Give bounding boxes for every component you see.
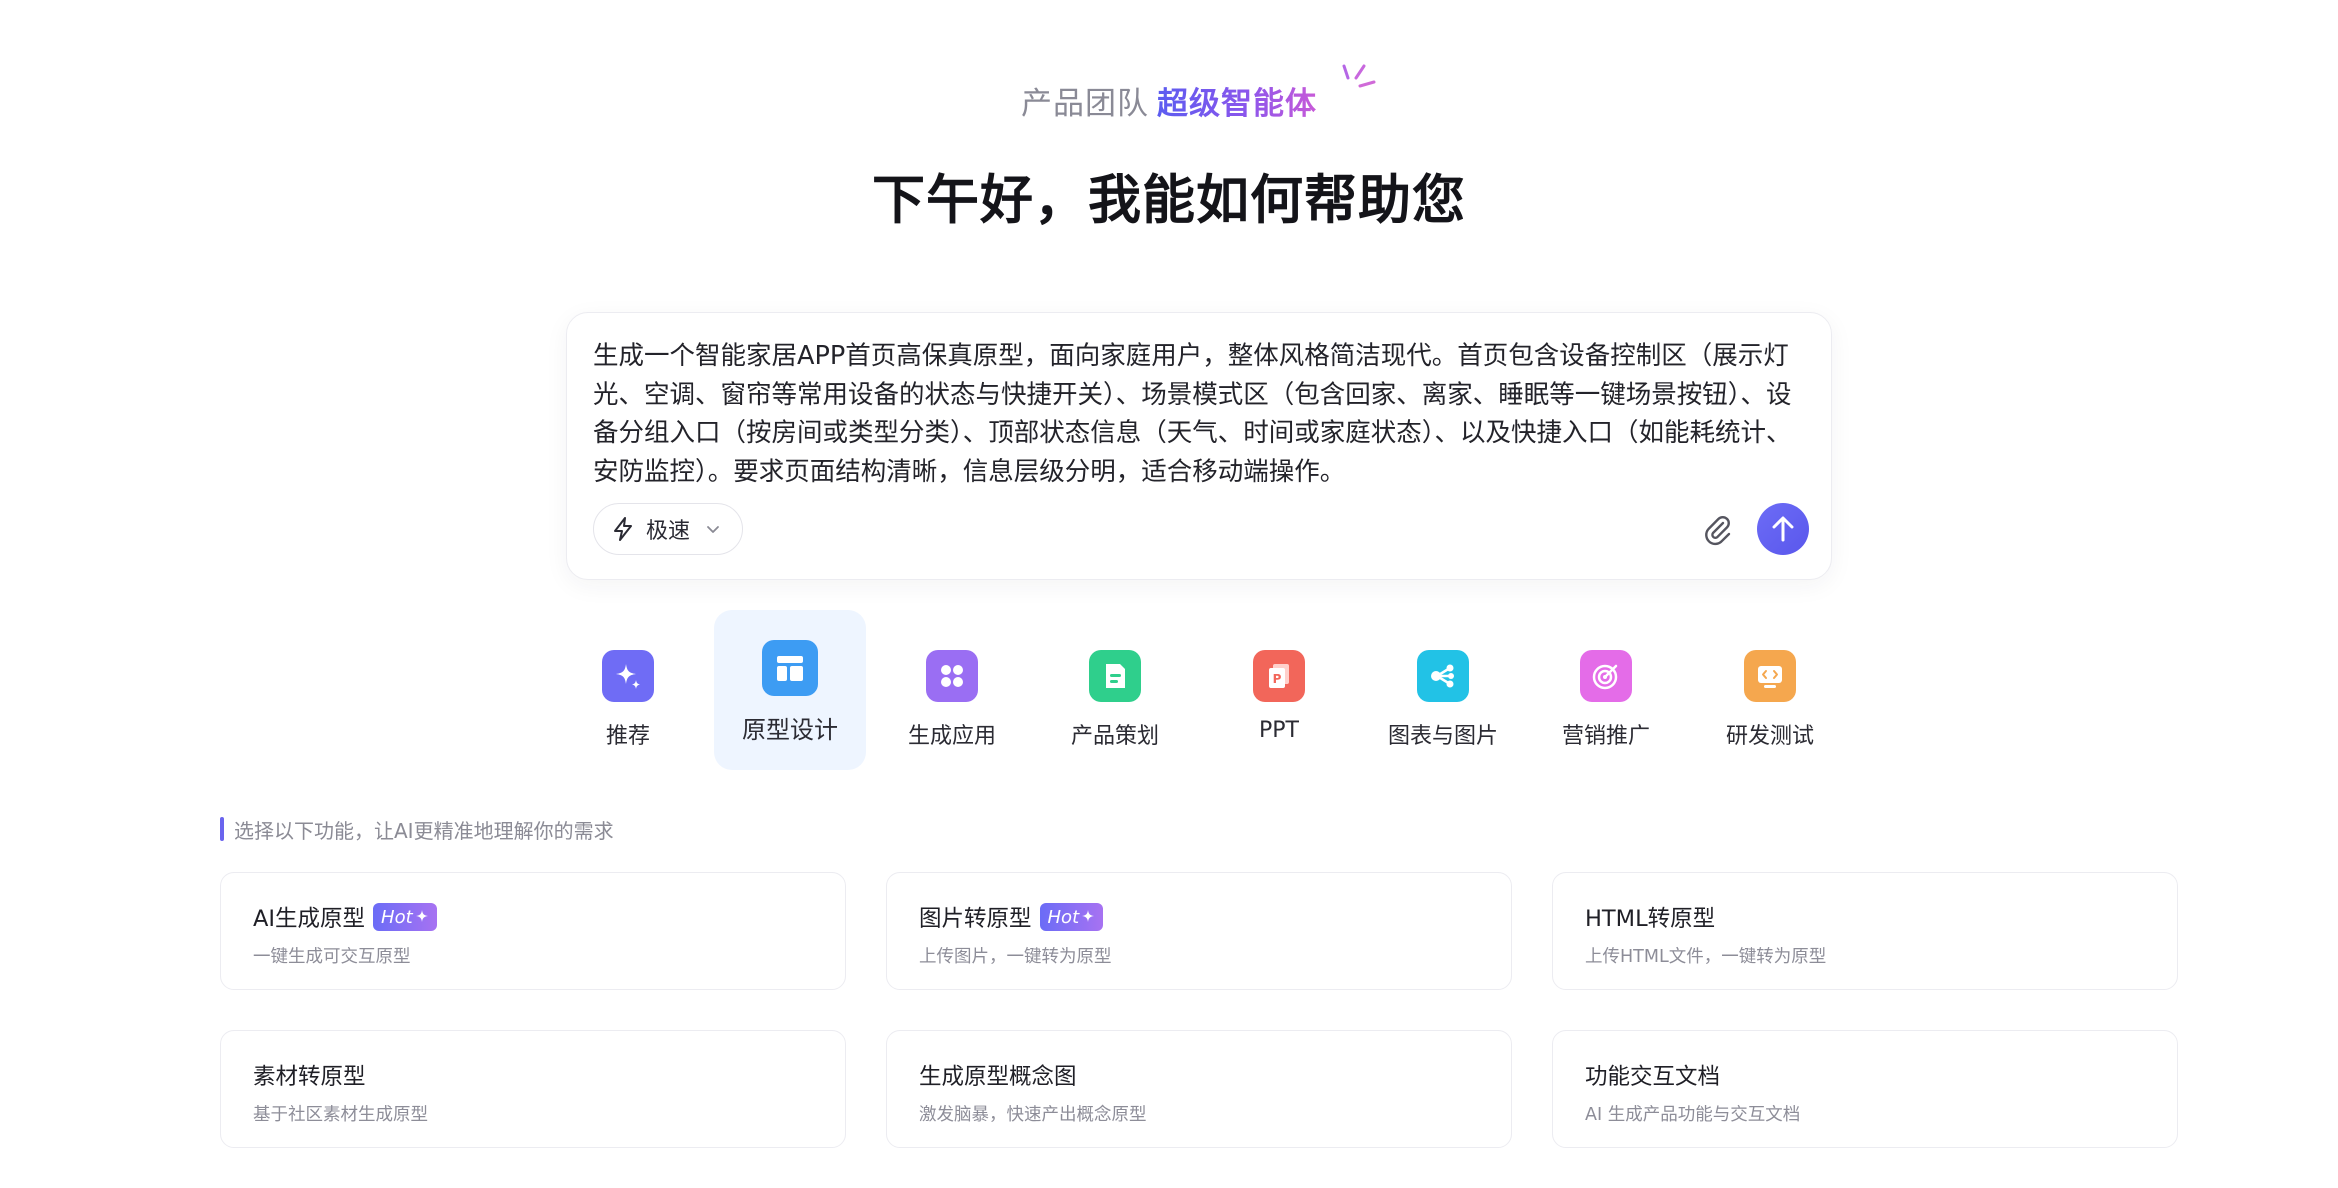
section-hint: 选择以下功能，让AI更精准地理解你的需求: [220, 816, 614, 843]
share-nodes-icon: [1417, 650, 1469, 702]
tab-label: PPT: [1259, 718, 1299, 743]
tab-product-planning[interactable]: 产品策划: [1039, 610, 1191, 770]
card-title-text: AI生成原型: [253, 906, 366, 932]
hot-badge: Hot: [373, 903, 437, 931]
arrow-up-icon: [1772, 516, 1794, 542]
hot-badge-text: Hot: [381, 906, 413, 928]
hint-accent-bar: [220, 817, 224, 841]
card-title-text: HTML转原型: [1585, 906, 1716, 932]
brand-team: 产品团队: [1021, 86, 1149, 122]
tab-prototype-design[interactable]: 原型设计: [714, 610, 866, 770]
hot-badge: Hot: [1039, 903, 1104, 931]
tab-label: 生成应用: [907, 724, 996, 749]
sparkle-icon: [1082, 910, 1095, 922]
hint-text: 选择以下功能，让AI更精准地理解你的需求: [234, 818, 614, 843]
greeting-title: 下午好，我能如何帮助您: [872, 170, 1466, 231]
tab-generate-app[interactable]: 生成应用: [876, 610, 1028, 770]
card-title-text: 功能交互文档: [1585, 1064, 1721, 1090]
mode-select[interactable]: 极速: [593, 503, 743, 555]
hot-badge-text: Hot: [1047, 906, 1080, 928]
prompt-box[interactable]: 生成一个智能家居APP首页高保真原型，面向家庭用户，整体风格简洁现代。首页包含设…: [566, 312, 1832, 580]
card-subtitle: 上传图片，一键转为原型: [919, 947, 1112, 967]
lightning-icon: [614, 517, 632, 541]
brand-line: 产品团队 超级智能体: [0, 78, 2338, 123]
tab-label: 产品策划: [1070, 724, 1159, 749]
layout-icon: [762, 640, 818, 696]
svg-text:P: P: [1273, 672, 1282, 686]
card-title: 功能交互文档: [1585, 1059, 1720, 1091]
card-subtitle: AI 生成产品功能与交互文档: [1585, 1105, 1801, 1125]
chevron-down-icon: [707, 526, 719, 533]
tab-charts-images[interactable]: 图表与图片: [1367, 610, 1519, 770]
tab-marketing[interactable]: 营销推广: [1530, 610, 1682, 770]
card-subtitle: 一键生成可交互原型: [253, 947, 411, 967]
card-title-text: 图片转原型: [919, 906, 1032, 932]
card-title: 生成原型概念图: [919, 1059, 1077, 1091]
card-subtitle: 基于社区素材生成原型: [253, 1105, 428, 1125]
card-image-to-prototype[interactable]: 图片转原型 Hot 上传图片，一键转为原型: [886, 872, 1512, 990]
apps-grid-icon: [926, 650, 978, 702]
card-html-to-prototype[interactable]: HTML转原型 上传HTML文件，一键转为原型: [1552, 872, 2178, 990]
card-title: 素材转原型: [253, 1059, 366, 1091]
document-icon: [1089, 650, 1141, 702]
card-ai-generate-prototype[interactable]: AI生成原型 Hot 一键生成可交互原型: [220, 872, 846, 990]
brand-agent: 超级智能体: [1157, 86, 1317, 122]
mode-select-label: 极速: [646, 519, 691, 544]
page: 产品团队 超级智能体 下午好，我能如何帮助您 生成一个智能家居APP首页高保真原型…: [0, 0, 2338, 1188]
target-icon: [1580, 650, 1632, 702]
sparkle-decoration-icon: [1342, 64, 1376, 88]
card-subtitle: 上传HTML文件，一键转为原型: [1585, 947, 1827, 967]
card-prototype-concept[interactable]: 生成原型概念图 激发脑暴，快速产出概念原型: [886, 1030, 1512, 1148]
tab-label: 图表与图片: [1387, 724, 1498, 749]
card-subtitle: 激发脑暴，快速产出概念原型: [919, 1105, 1147, 1125]
card-title: HTML转原型: [1585, 901, 1715, 933]
tab-label: 研发测试: [1725, 724, 1814, 749]
tab-label: 推荐: [605, 724, 650, 749]
card-interaction-doc[interactable]: 功能交互文档 AI 生成产品功能与交互文档: [1552, 1030, 2178, 1148]
tab-ppt[interactable]: P PPT: [1203, 610, 1355, 770]
tab-label: 营销推广: [1561, 724, 1650, 749]
card-assets-to-prototype[interactable]: 素材转原型 基于社区素材生成原型: [220, 1030, 846, 1148]
ppt-icon: P: [1253, 650, 1305, 702]
sparkle-icon: [602, 650, 654, 702]
code-screen-icon: [1744, 650, 1796, 702]
card-title-text: 生成原型概念图: [919, 1064, 1077, 1090]
tab-recommend[interactable]: 推荐: [552, 610, 704, 770]
sparkle-icon: [415, 910, 428, 922]
tab-dev-test[interactable]: 研发测试: [1694, 610, 1846, 770]
card-title: AI生成原型 Hot: [253, 901, 437, 933]
tab-label: 原型设计: [742, 716, 838, 744]
category-tabs: 推荐 原型设计 生成应用 产品策划 P PPT 图表与图片 营销推广 研发测试: [0, 610, 2338, 770]
card-title: 图片转原型 Hot: [919, 901, 1104, 933]
prompt-input[interactable]: 生成一个智能家居APP首页高保真原型，面向家庭用户，整体风格简洁现代。首页包含设…: [593, 337, 1807, 491]
paperclip-icon[interactable]: [1701, 513, 1735, 547]
card-title-text: 素材转原型: [253, 1064, 366, 1090]
send-button[interactable]: [1757, 503, 1809, 555]
